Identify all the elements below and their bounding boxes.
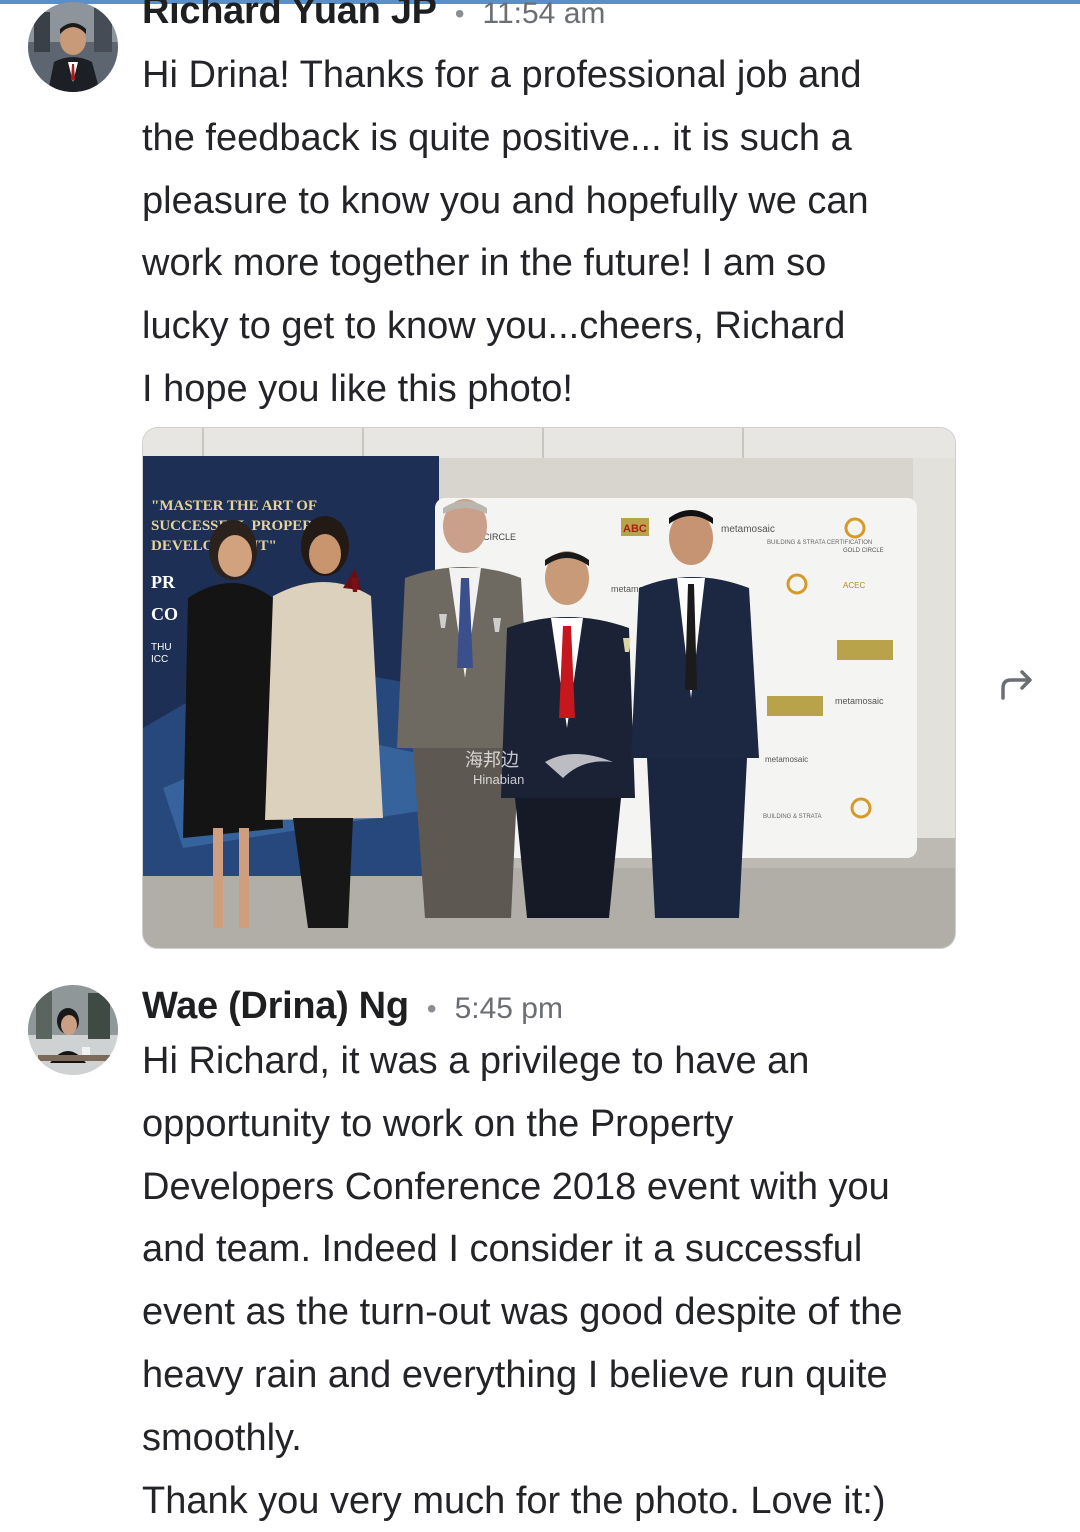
share-forward-icon[interactable] xyxy=(995,662,1039,706)
avatar-richard[interactable] xyxy=(28,2,118,92)
message-line: Thank you very much for the photo. Love … xyxy=(142,1479,886,1522)
svg-text:BUILDING & STRATA: BUILDING & STRATA xyxy=(763,814,821,820)
sponsor-logo: ACEC xyxy=(843,581,865,590)
banner-text: CO xyxy=(151,604,178,624)
svg-text:metamosaic: metamosaic xyxy=(835,696,884,706)
timestamp: 5:45 pm xyxy=(454,992,563,1025)
message-line: pleasure to know you and hopefully we ca… xyxy=(142,179,869,222)
separator-dot: • xyxy=(426,993,437,1024)
watermark-en: Hinabian xyxy=(473,772,524,787)
watermark-cn: 海邦边 xyxy=(465,750,519,771)
message-header: Richard Yuan JP • 11:54 am xyxy=(142,0,605,33)
message-line: opportunity to work on the Property xyxy=(142,1102,734,1145)
timestamp: 11:54 am xyxy=(482,0,606,30)
sponsor-logo: CIRCLE xyxy=(483,532,516,542)
message-header: Wae (Drina) Ng • 5:45 pm xyxy=(142,985,563,1028)
avatar-drina[interactable] xyxy=(28,985,118,1075)
separator-dot: • xyxy=(454,0,465,29)
message-line: smoothly. xyxy=(142,1416,302,1459)
message-line: event as the turn-out was good despite o… xyxy=(142,1291,903,1334)
banner-text: "MASTER THE ART OF xyxy=(151,498,317,514)
attached-photo[interactable]: "MASTER THE ART OF SUCCESSFUL PROPERTY D… xyxy=(142,427,956,949)
message-line: work more together in the future! I am s… xyxy=(142,242,827,285)
banner-text: ICC xyxy=(151,654,168,665)
message-line: Developers Conference 2018 event with yo… xyxy=(142,1165,890,1208)
message-line: heavy rain and everything I believe run … xyxy=(142,1353,888,1396)
sponsor-logo: BUILDING & STRATA CERTIFICATION xyxy=(767,540,872,546)
message-line: Hi Drina! Thanks for a professional job … xyxy=(142,54,862,96)
message-line: Hi Richard, it was a privilege to have a… xyxy=(142,1040,810,1082)
message-line: the feedback is quite positive... it is … xyxy=(142,116,852,159)
message-line: lucky to get to know you...cheers, Richa… xyxy=(142,305,846,348)
banner-text: THU xyxy=(151,642,172,653)
sponsor-logo: ABC xyxy=(623,523,647,535)
message-line: I hope you like this photo! xyxy=(142,367,573,410)
message-line: and team. Indeed I consider it a success… xyxy=(142,1228,863,1271)
message-body: Hi Drina! Thanks for a professional job … xyxy=(142,44,1042,421)
sponsor-logo: metamosaic xyxy=(721,524,775,535)
svg-text:metamo: metamo xyxy=(611,584,644,594)
sender-name[interactable]: Richard Yuan JP xyxy=(142,0,437,33)
svg-text:metamosaic: metamosaic xyxy=(765,755,808,764)
sender-name[interactable]: Wae (Drina) Ng xyxy=(142,985,409,1028)
banner-text: PR xyxy=(151,572,176,592)
message-body: Hi Richard, it was a privilege to have a… xyxy=(142,1030,1042,1532)
sponsor-logo: GOLD CIRCLE xyxy=(843,548,884,554)
